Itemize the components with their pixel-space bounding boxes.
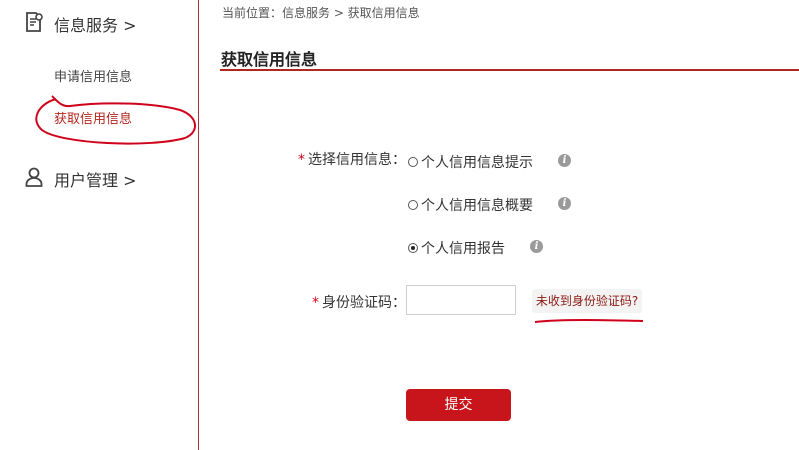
verification-code-input[interactable] <box>406 285 516 315</box>
document-icon <box>24 11 44 37</box>
radio-button[interactable] <box>408 200 418 210</box>
radio-label: 个人信用报告 <box>421 241 505 257</box>
required-mark: * <box>298 152 305 168</box>
sidebar-group-user-management[interactable]: 用户管理 > <box>24 166 137 192</box>
radio-label: 个人信用信息提示 <box>421 155 533 171</box>
annotation-underline <box>534 319 644 323</box>
radio-label: 个人信用信息概要 <box>421 198 533 214</box>
select-label-text: 选择信用信息： <box>308 152 406 168</box>
sidebar-item-apply-credit-info[interactable]: 申请信用信息 <box>54 66 132 85</box>
sidebar-group-label: 信息服务 > <box>54 16 137 35</box>
code-label-text: 身份验证码： <box>322 295 406 311</box>
sidebar-group-info-service[interactable]: 信息服务 > <box>24 11 137 37</box>
verification-code-label: * 身份验证码： <box>296 292 406 312</box>
breadcrumb: 当前位置：信息服务 > 获取信用信息 <box>222 6 420 20</box>
radio-button[interactable] <box>408 157 418 167</box>
info-icon[interactable]: i <box>530 240 543 253</box>
resend-code-button[interactable]: 未收到身份验证码? <box>532 289 642 313</box>
info-icon[interactable]: i <box>558 154 571 167</box>
sidebar-item-get-credit-info[interactable]: 获取信用信息 <box>54 108 132 127</box>
radio-option-credit-summary[interactable]: 个人信用信息概要 <box>408 195 533 215</box>
radio-button-selected[interactable] <box>408 243 418 253</box>
radio-option-credit-report[interactable]: 个人信用报告 <box>408 238 505 258</box>
info-icon[interactable]: i <box>558 197 571 210</box>
page-title: 获取信用信息 <box>221 50 318 69</box>
select-credit-info-label: * 选择信用信息： <box>296 149 406 169</box>
required-mark: * <box>312 295 319 311</box>
sidebar: 信息服务 > 申请信用信息 获取信用信息 用户管理 > <box>0 0 199 450</box>
radio-option-credit-hint[interactable]: 个人信用信息提示 <box>408 152 533 172</box>
user-icon <box>24 166 44 192</box>
submit-button[interactable]: 提交 <box>406 389 511 421</box>
sidebar-group-label: 用户管理 > <box>54 171 137 190</box>
title-divider <box>220 69 799 71</box>
